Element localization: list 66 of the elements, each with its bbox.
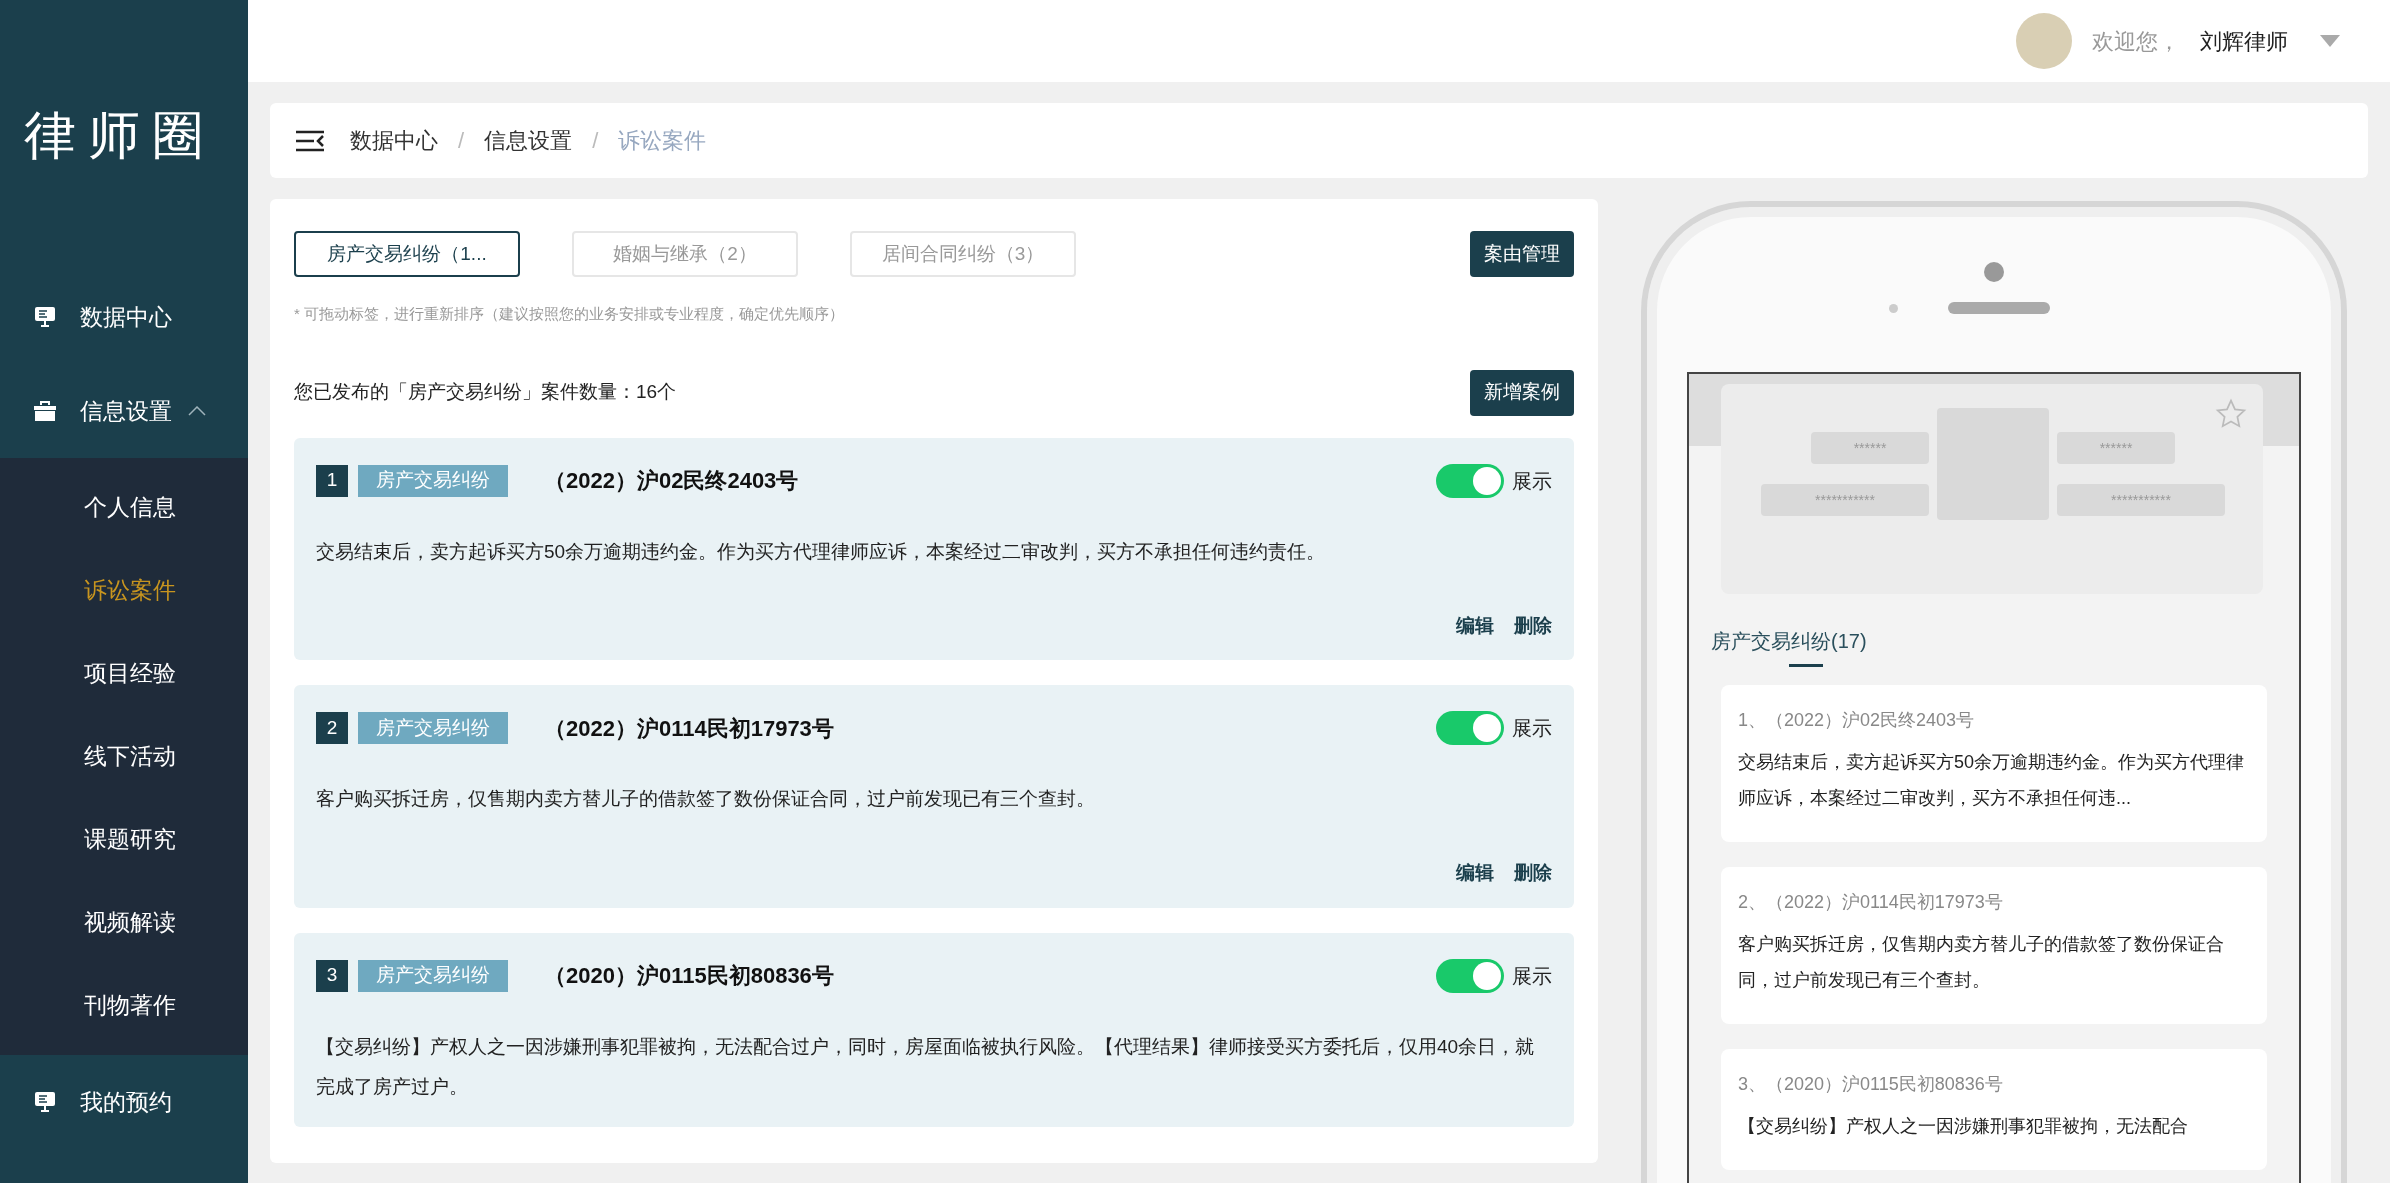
category-tag: 房产交易纠纷 bbox=[358, 712, 508, 744]
display-toggle[interactable] bbox=[1436, 463, 1504, 498]
menu-item[interactable]: 我的预约 bbox=[80, 1084, 172, 1120]
case-count-text: 您已发布的「房产交易纠纷」案件数量：16个 bbox=[294, 380, 677, 405]
logo: 律师圈 bbox=[24, 109, 216, 161]
display-toggle[interactable] bbox=[1436, 711, 1504, 745]
phone-camera bbox=[1984, 262, 2004, 282]
category-tab[interactable]: 房产交易纠纷（1... bbox=[294, 231, 520, 277]
preview-tab[interactable]: 房产交易纠纷(17) bbox=[1711, 626, 1867, 664]
preview-case-text: 客户购买拆迁房，仅售期内卖方替儿子的借款签了数份保证合同，过户前发现已有三个查封。 bbox=[1738, 933, 2225, 992]
case-number: 3 bbox=[316, 959, 348, 992]
preview-case-title: 1、（2022）沪02民终2403号 bbox=[1738, 709, 1976, 732]
case-description: 【交易纠纷】产权人之一因涉嫌刑事犯罪被拘，无法配合过户，同时，房屋面临被执行风险。【代理结果】律师接受买方委托后，仅用40余日，就完成了房产过户。 bbox=[316, 1034, 1536, 1099]
case-description: 客户购买拆迁房，仅售期内卖方替儿子的借款签了数份保证合同，过户前发现已有三个查封。 bbox=[316, 787, 1096, 811]
phone-sensor bbox=[1888, 303, 1898, 313]
breadcrumb-separator: / bbox=[591, 127, 600, 155]
menu-icon[interactable] bbox=[296, 129, 324, 152]
preview-case-title: 2、（2022）沪0114民初17973号 bbox=[1738, 891, 2004, 914]
toggle-label: 展示 bbox=[1512, 716, 1552, 741]
category-tag: 房产交易纠纷 bbox=[358, 464, 508, 497]
case-number: 2 bbox=[316, 712, 348, 744]
submenu-item[interactable]: 线下活动 bbox=[84, 739, 176, 774]
submenu-item[interactable]: 项目经验 bbox=[84, 656, 176, 691]
submenu-item[interactable]: 刊物著作 bbox=[84, 988, 176, 1023]
breadcrumb-link[interactable]: 信息设置 bbox=[484, 124, 573, 157]
menu-item[interactable]: 信息设置 bbox=[80, 393, 172, 429]
category-tag: 房产交易纠纷 bbox=[358, 959, 508, 992]
info-tag: *********** bbox=[2057, 484, 2225, 516]
breadcrumb-separator: / bbox=[457, 127, 466, 155]
hint-text: * 可拖动标签，进行重新排序（建议按照您的业务安排或专业程度，确定优先顺序） bbox=[294, 304, 845, 324]
breadcrumb-link[interactable]: 数据中心 bbox=[350, 124, 438, 157]
submenu-item[interactable]: 个人信息 bbox=[84, 490, 176, 525]
avatar bbox=[2016, 13, 2072, 69]
case-title: （2022）沪02民终2403号 bbox=[544, 467, 799, 495]
action-link[interactable]: 编辑 bbox=[1456, 611, 1494, 640]
tab-underline bbox=[1789, 664, 1823, 667]
action-link[interactable]: 编辑 bbox=[1456, 859, 1494, 888]
add-case-button[interactable]: 新增案例 bbox=[1470, 369, 1574, 416]
display-toggle[interactable] bbox=[1436, 958, 1504, 993]
toggle-label: 展示 bbox=[1512, 468, 1552, 494]
monitor-icon bbox=[34, 1091, 56, 1113]
star-icon[interactable] bbox=[2215, 398, 2247, 430]
chevron-up-icon[interactable] bbox=[188, 406, 206, 416]
info-tag: ****** bbox=[1811, 432, 1929, 464]
menu-item[interactable]: 数据中心 bbox=[80, 299, 172, 335]
case-title: （2022）沪0114民初17973号 bbox=[544, 714, 834, 743]
info-tag: ****** bbox=[2057, 432, 2175, 464]
action-link[interactable]: 删除 bbox=[1514, 859, 1552, 888]
submenu-item[interactable]: 诉讼案件 bbox=[84, 573, 176, 608]
submenu-item[interactable]: 课题研究 bbox=[84, 822, 176, 857]
briefcase-icon bbox=[34, 401, 56, 421]
action-link[interactable]: 删除 bbox=[1514, 611, 1552, 640]
dropdown-caret-icon[interactable] bbox=[2320, 35, 2340, 47]
case-description: 交易结束后，卖方起诉买方50余万逾期违约金。作为买方代理律师应诉，本案经过二审改判，买方不承担任何违约责任。 bbox=[316, 539, 1327, 564]
submenu-item[interactable]: 视频解读 bbox=[84, 905, 176, 940]
toggle-label: 展示 bbox=[1512, 963, 1552, 989]
user-name[interactable]: 刘辉律师 bbox=[2200, 24, 2288, 58]
case-number: 1 bbox=[316, 464, 348, 497]
preview-case-text: 交易结束后，卖方起诉买方50余万逾期违约金。作为买方代理律师应诉，本案经过二审改判，买方不承担任何违... bbox=[1738, 751, 2246, 810]
monitor-icon bbox=[34, 306, 56, 328]
preview-case-text: 【交易纠纷】产权人之一因涉嫌刑事犯罪被拘，无法配合 bbox=[1738, 1115, 2189, 1138]
greeting: 欢迎您， bbox=[2092, 27, 2180, 56]
category-manage-button[interactable]: 案由管理 bbox=[1470, 231, 1574, 277]
preview-case-title: 3、（2020）沪0115民初80836号 bbox=[1738, 1073, 2004, 1096]
info-tag: *********** bbox=[1761, 484, 1929, 516]
case-title: （2020）沪0115民初80836号 bbox=[544, 962, 834, 990]
